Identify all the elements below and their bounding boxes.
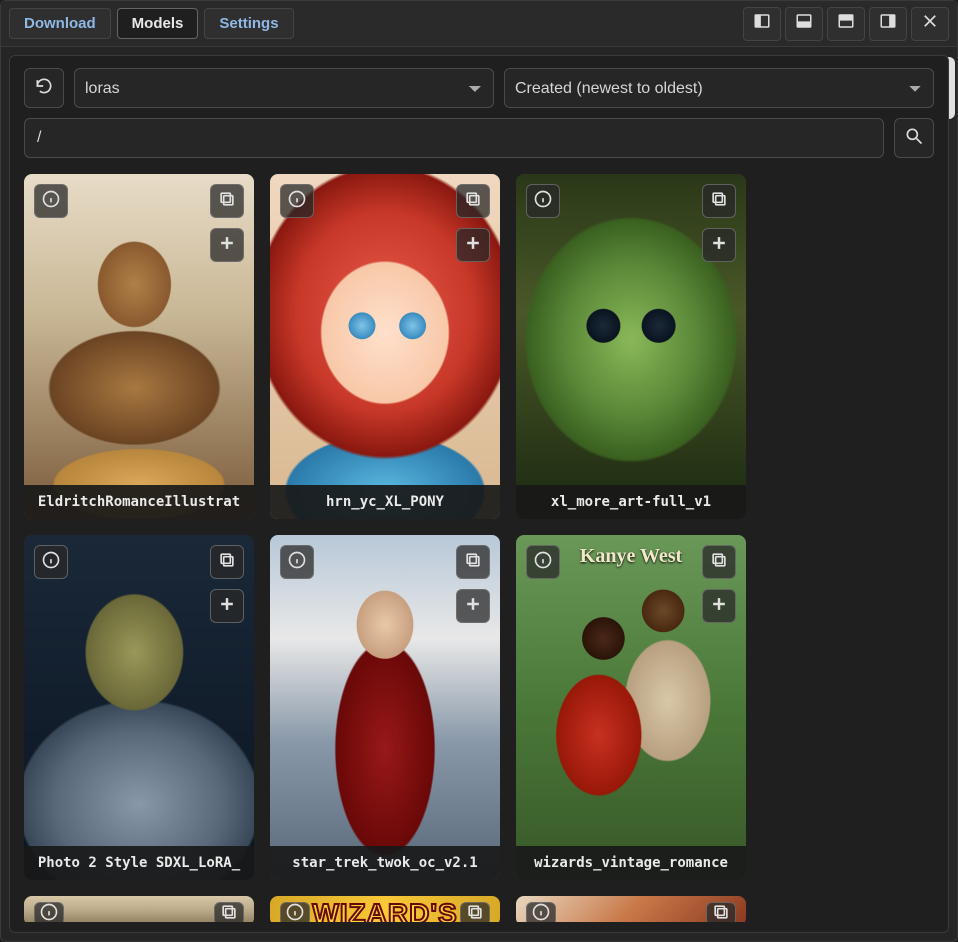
model-card[interactable] [516,896,746,922]
copy-button[interactable] [702,545,736,579]
plus-icon [709,594,729,619]
copy-icon [463,550,483,575]
model-card[interactable]: Kanye West wizards_vintage_romance [516,535,746,880]
model-thumbnail [270,535,500,880]
dock-top-button[interactable] [827,7,865,41]
tab-strip: Download Models Settings [9,8,294,39]
info-button[interactable] [280,902,310,922]
add-button[interactable] [456,228,490,262]
info-button[interactable] [34,545,68,579]
info-button[interactable] [280,545,314,579]
info-icon [533,550,553,575]
add-button[interactable] [702,589,736,623]
search-button[interactable] [894,118,934,158]
model-label: star_trek_twok_oc_v2.1 [270,846,500,880]
info-button[interactable] [526,184,560,218]
search-row [24,118,934,158]
info-button[interactable] [526,545,560,579]
model-card[interactable] [270,896,500,922]
model-type-select[interactable]: loras [74,68,494,108]
dock-left-button[interactable] [743,7,781,41]
model-label: Photo 2 Style SDXL_LoRA_ [24,846,254,880]
plus-icon [463,594,483,619]
info-icon [41,550,61,575]
close-button[interactable] [911,7,949,41]
copy-icon [465,902,485,923]
info-icon [287,550,307,575]
model-manager-window: Download Models Settings [0,0,958,942]
model-thumbnail [270,174,500,519]
copy-icon [217,189,237,214]
info-icon [533,189,553,214]
dock-left-icon [753,12,771,35]
model-card[interactable]: star_trek_twok_oc_v2.1 [270,535,500,880]
dock-top-icon [837,12,855,35]
model-card[interactable]: xl_more_art-full_v1 [516,174,746,519]
plus-icon [709,233,729,258]
copy-button[interactable] [706,902,736,922]
dock-right-icon [879,12,897,35]
dock-right-button[interactable] [869,7,907,41]
model-label: xl_more_art-full_v1 [516,485,746,519]
model-card[interactable]: EldritchRomanceIllustrat [24,174,254,519]
model-thumbnail: Kanye West [516,535,746,880]
tab-settings[interactable]: Settings [204,8,293,39]
info-icon [41,189,61,214]
copy-button[interactable] [702,184,736,218]
add-button[interactable] [456,589,490,623]
filter-row: loras Created (newest to oldest) [24,68,934,108]
plus-icon [463,233,483,258]
copy-icon [711,902,731,923]
add-button[interactable] [210,228,244,262]
model-thumbnail [24,174,254,519]
refresh-icon [34,76,54,101]
add-button[interactable] [210,589,244,623]
dock-bottom-button[interactable] [785,7,823,41]
add-button[interactable] [702,228,736,262]
dock-bottom-icon [795,12,813,35]
copy-icon [709,189,729,214]
info-button[interactable] [526,902,556,922]
content-panel: loras Created (newest to oldest) [9,55,949,933]
copy-icon [217,550,237,575]
model-card[interactable] [24,896,254,922]
search-input[interactable] [24,118,884,158]
copy-icon [219,902,239,923]
model-thumbnail [516,174,746,519]
model-grid: EldritchRomanceIllustrat hrn_yc_XL_PONY [24,174,942,922]
model-card[interactable]: Photo 2 Style SDXL_LoRA_ [24,535,254,880]
copy-button[interactable] [210,184,244,218]
plus-icon [217,233,237,258]
info-icon [39,902,59,923]
model-card[interactable]: hrn_yc_XL_PONY [270,174,500,519]
model-label: EldritchRomanceIllustrat [24,485,254,519]
model-thumbnail [24,535,254,880]
top-bar: Download Models Settings [1,1,957,47]
refresh-button[interactable] [24,68,64,108]
plus-icon [217,594,237,619]
info-icon [285,902,305,923]
model-label: hrn_yc_XL_PONY [270,485,500,519]
info-button[interactable] [34,902,64,922]
window-layout-buttons [743,7,949,41]
copy-button[interactable] [460,902,490,922]
sort-select[interactable]: Created (newest to oldest) [504,68,934,108]
tab-download[interactable]: Download [9,8,111,39]
copy-icon [709,550,729,575]
copy-button[interactable] [214,902,244,922]
copy-button[interactable] [456,184,490,218]
copy-button[interactable] [456,545,490,579]
model-label: wizards_vintage_romance [516,846,746,880]
search-icon [904,126,924,151]
info-button[interactable] [34,184,68,218]
info-button[interactable] [280,184,314,218]
info-icon [287,189,307,214]
close-icon [921,12,939,35]
info-icon [531,902,551,923]
model-grid-scroll[interactable]: EldritchRomanceIllustrat hrn_yc_XL_PONY [24,174,942,922]
copy-button[interactable] [210,545,244,579]
tab-models[interactable]: Models [117,8,199,39]
copy-icon [463,189,483,214]
